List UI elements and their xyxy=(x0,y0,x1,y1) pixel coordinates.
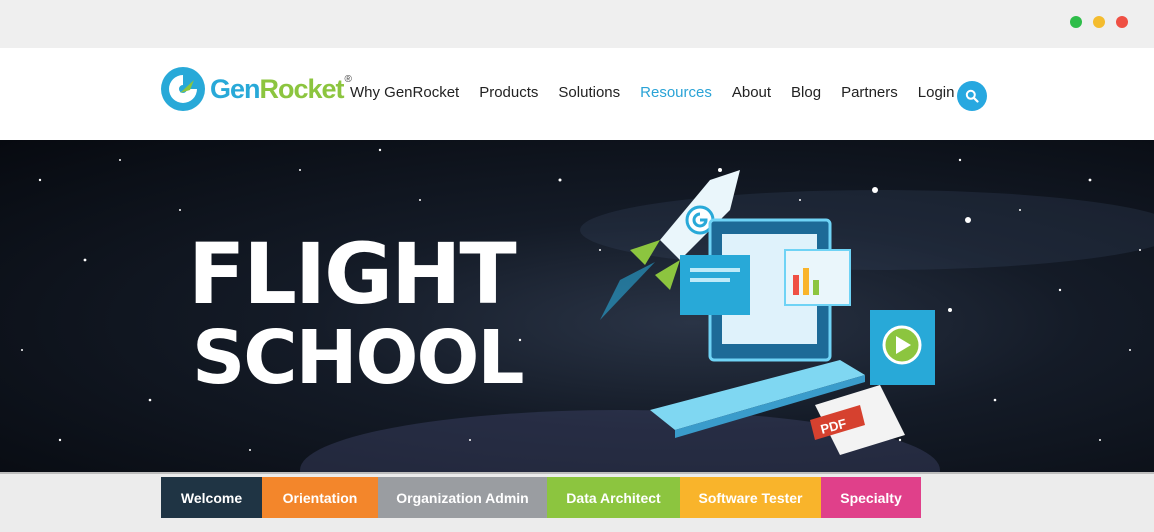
browser-chrome xyxy=(0,0,1154,48)
nav-why-genrocket[interactable]: Why GenRocket xyxy=(350,84,459,101)
minimize-window-button[interactable] xyxy=(1093,16,1105,28)
nav-about[interactable]: About xyxy=(732,84,771,101)
tab-label: Welcome xyxy=(180,489,243,506)
search-icon xyxy=(965,89,979,103)
tab-label: Specialty xyxy=(840,489,902,506)
genrocket-logo[interactable]: GenRocket ® xyxy=(160,66,352,112)
tab-label: Data Architect xyxy=(566,489,661,506)
tab-software-tester[interactable]: Software Tester xyxy=(680,477,821,518)
nav-products[interactable]: Products xyxy=(479,84,538,101)
rocket-laptop-illustration: PDF xyxy=(600,170,935,455)
search-button[interactable] xyxy=(957,81,987,111)
maximize-window-button[interactable] xyxy=(1070,16,1082,28)
site-header: GenRocket ® Why GenRocket Products Solut… xyxy=(0,48,1154,140)
pdf-icon: PDF xyxy=(810,385,905,455)
close-window-button[interactable] xyxy=(1116,16,1128,28)
nav-blog[interactable]: Blog xyxy=(791,84,821,101)
tab-label: Software Tester xyxy=(698,489,803,506)
nav-partners[interactable]: Partners xyxy=(841,84,898,101)
tab-orientation[interactable]: Orientation xyxy=(262,477,378,518)
logo-wordmark: GenRocket xyxy=(210,73,345,104)
main-nav: Why GenRocket Products Solutions Resourc… xyxy=(350,84,974,101)
tab-welcome[interactable]: Welcome xyxy=(161,477,262,518)
hero-title: FLIGHT SCHOOL xyxy=(188,225,525,401)
nav-login[interactable]: Login xyxy=(918,84,955,101)
role-tabs: Welcome Orientation Organization Admin D… xyxy=(0,472,1154,532)
nav-solutions[interactable]: Solutions xyxy=(558,84,620,101)
tab-specialty[interactable]: Specialty xyxy=(821,477,921,518)
play-icon xyxy=(870,310,935,385)
hero-title-line-2: SCHOOL xyxy=(192,315,525,401)
hero-title-line-1: FLIGHT xyxy=(188,225,517,323)
tab-data-architect[interactable]: Data Architect xyxy=(547,477,680,518)
nav-resources[interactable]: Resources xyxy=(640,84,712,101)
tab-label: Orientation xyxy=(282,489,358,506)
tab-organization-admin[interactable]: Organization Admin xyxy=(378,477,547,518)
genrocket-logo-icon xyxy=(161,67,205,111)
tab-label: Organization Admin xyxy=(396,489,529,506)
flight-school-hero: FLIGHT SCHOOL PDF xyxy=(0,140,1154,472)
